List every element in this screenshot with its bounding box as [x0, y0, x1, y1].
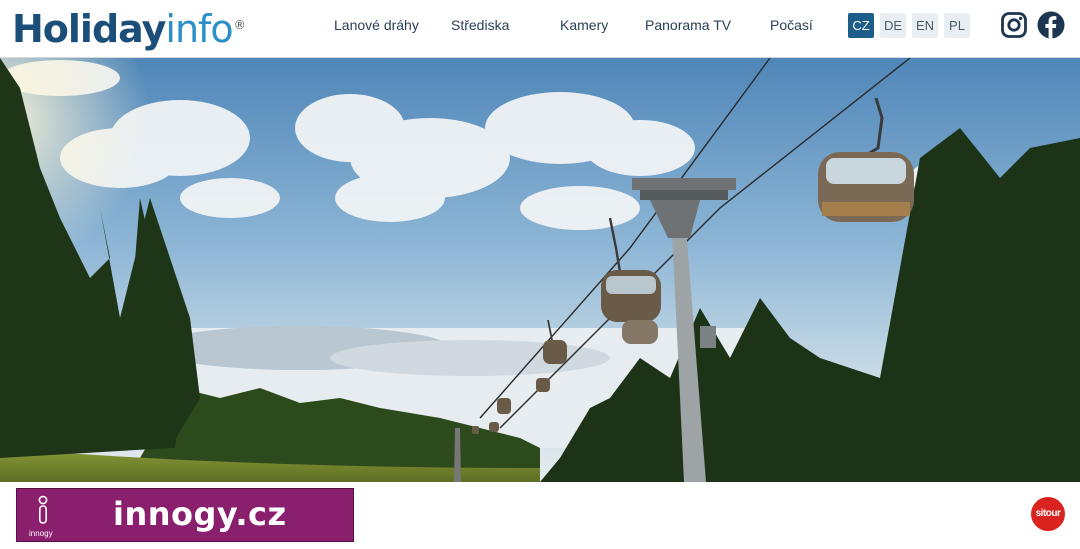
logo-registered-mark: ® [233, 18, 246, 32]
lang-cz-button[interactable]: CZ [848, 13, 874, 38]
lang-en-button[interactable]: EN [912, 13, 938, 38]
logo-holiday-text: Holiday [12, 7, 166, 51]
facebook-icon[interactable] [1037, 11, 1065, 39]
innogy-ad-banner[interactable]: innogy innogy.cz [16, 488, 354, 542]
nav-kamery[interactable]: Kamery [560, 17, 608, 33]
nav-pocasi[interactable]: Počasí [770, 17, 813, 33]
lang-de-button[interactable]: DE [880, 13, 906, 38]
nav-panorama-tv[interactable]: Panorama TV [645, 17, 731, 33]
cable-car-landscape [0, 58, 1080, 482]
hero-cable-car-image [0, 58, 1080, 482]
nav-strediska[interactable]: Střediska [451, 17, 509, 33]
site-header: Holidayinfo ® Lanové dráhy Střediska Kam… [0, 0, 1080, 58]
logo-info-text: info [165, 7, 233, 51]
innogy-ad-text: innogy.cz [113, 495, 287, 533]
footer-banner-area: innogy innogy.cz sitour [0, 482, 1080, 549]
innogy-logo-icon [38, 495, 48, 524]
instagram-icon[interactable] [1000, 11, 1028, 39]
lang-pl-button[interactable]: PL [944, 13, 970, 38]
innogy-brand-label: innogy [29, 529, 53, 538]
sitour-partner-logo[interactable]: sitour [1031, 497, 1065, 531]
holidayinfo-logo[interactable]: Holidayinfo ® [12, 4, 246, 54]
nav-lanove-drahy[interactable]: Lanové dráhy [334, 17, 419, 33]
